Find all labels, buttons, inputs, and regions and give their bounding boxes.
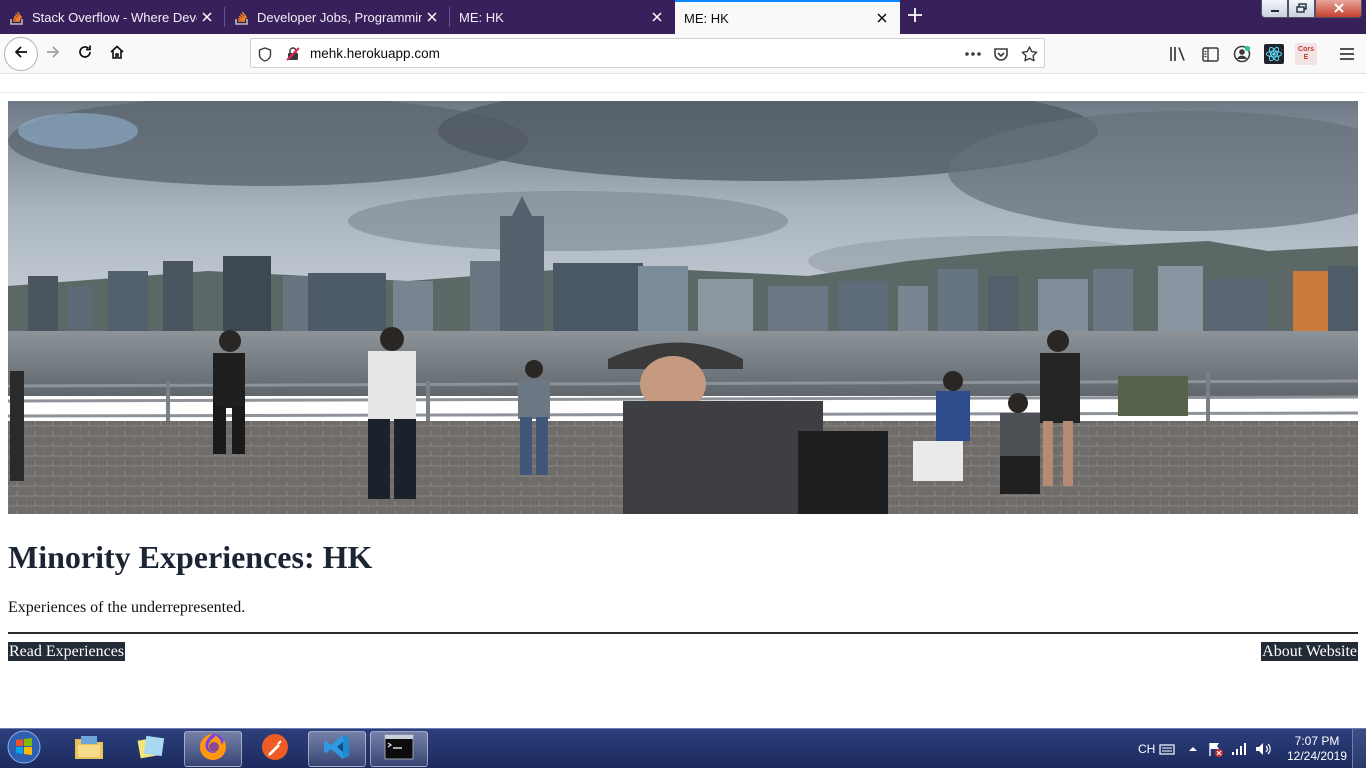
reload-button[interactable] [70, 39, 100, 69]
navigation-toolbar: mehk.herokuapp.com Cors E [0, 34, 1366, 74]
new-tab-button[interactable] [903, 5, 927, 29]
tab-title: ME: HK [684, 10, 729, 26]
taskbar-command-prompt[interactable] [370, 731, 428, 767]
home-icon [109, 44, 125, 65]
windows-start-icon [7, 730, 41, 768]
close-icon [1333, 0, 1345, 18]
action-center-flag-icon[interactable] [1206, 740, 1224, 758]
page-actions-icon[interactable] [964, 45, 982, 63]
command-prompt-icon [384, 734, 414, 765]
divider [8, 632, 1358, 634]
read-experiences-button[interactable]: Read Experiences [8, 642, 126, 661]
cors-extension-label: Cors E [1298, 46, 1314, 61]
taskbar-firefox[interactable] [184, 731, 242, 767]
firefox-icon [198, 732, 228, 767]
plus-icon [907, 7, 923, 28]
system-clock[interactable]: 7:07 PM 12/24/2019 [1282, 734, 1352, 764]
account-icon[interactable] [1231, 43, 1253, 65]
taskbar-vscode[interactable] [308, 731, 366, 767]
about-website-button[interactable]: About Website [1261, 642, 1358, 661]
back-button[interactable] [4, 37, 38, 71]
address-bar[interactable]: mehk.herokuapp.com [250, 38, 1045, 68]
close-tab-icon[interactable] [197, 7, 217, 27]
minimize-button[interactable] [1261, 0, 1288, 18]
taskbar-postman[interactable] [246, 731, 304, 767]
tab-title: Stack Overflow - Where Develo [32, 9, 197, 25]
network-signal-icon[interactable] [1230, 740, 1248, 758]
taskbar-sticky-notes[interactable] [122, 731, 180, 767]
close-window-button[interactable] [1315, 0, 1362, 18]
windows-taskbar: CH 7:07 PM 12/24/2019 [0, 728, 1366, 768]
stackoverflow-icon [9, 9, 25, 25]
reload-icon [77, 44, 93, 65]
page-tagline: Experiences of the underrepresented. [8, 599, 246, 616]
cors-extension-icon[interactable]: Cors E [1295, 43, 1317, 65]
hero-image [8, 101, 1358, 514]
back-arrow-icon [13, 44, 29, 65]
file-explorer-icon [73, 733, 105, 766]
url-text: mehk.herokuapp.com [310, 46, 440, 61]
show-desktop-button[interactable] [1352, 729, 1366, 768]
vscode-icon [322, 732, 352, 767]
keyboard-icon[interactable] [1158, 740, 1176, 758]
tab-strip: Stack Overflow - Where Develo Developer … [0, 0, 1366, 34]
clock-date: 12/24/2019 [1286, 749, 1348, 763]
library-icon[interactable] [1167, 43, 1189, 65]
tab-stackoverflow[interactable]: Stack Overflow - Where Develo [0, 0, 225, 34]
forward-arrow-icon [45, 44, 61, 65]
window-controls [1261, 0, 1362, 18]
taskbar-file-explorer[interactable] [60, 731, 118, 767]
insecure-lock-icon[interactable] [284, 45, 302, 63]
input-language[interactable]: CH [1138, 729, 1155, 768]
tab-me-hk[interactable]: ME: HK [450, 0, 675, 34]
shield-icon[interactable] [256, 45, 274, 63]
tab-me-hk-active[interactable]: ME: HK [675, 0, 900, 34]
tab-developer-jobs[interactable]: Developer Jobs, Programming [225, 0, 450, 34]
tab-title: Developer Jobs, Programming [257, 9, 422, 25]
sidebar-icon[interactable] [1199, 43, 1221, 65]
bookmark-star-icon[interactable] [1020, 45, 1038, 63]
page-title: Minority Experiences: HK [8, 539, 373, 575]
close-tab-icon[interactable] [872, 8, 892, 28]
minimize-icon [1270, 0, 1280, 18]
home-button[interactable] [102, 39, 132, 69]
forward-button[interactable] [38, 39, 68, 69]
volume-icon[interactable] [1255, 740, 1273, 758]
tab-title: ME: HK [459, 9, 504, 25]
hong-kong-harbour-photo [8, 101, 1358, 514]
start-button[interactable] [4, 730, 44, 768]
react-devtools-icon[interactable] [1263, 43, 1285, 65]
restore-button[interactable] [1288, 0, 1315, 18]
page-top-bar [0, 75, 1366, 93]
restore-icon [1296, 0, 1307, 18]
stackoverflow-icon [234, 9, 250, 25]
web-page: Minority Experiences: HK Experiences of … [0, 75, 1366, 728]
clock-time: 7:07 PM [1294, 734, 1340, 748]
close-tab-icon[interactable] [422, 7, 442, 27]
pocket-icon[interactable] [992, 45, 1010, 63]
close-tab-icon[interactable] [647, 7, 667, 27]
postman-icon [260, 732, 290, 767]
menu-icon[interactable] [1336, 43, 1358, 65]
show-hidden-icons-icon[interactable] [1184, 740, 1202, 758]
sticky-notes-icon [135, 733, 167, 766]
